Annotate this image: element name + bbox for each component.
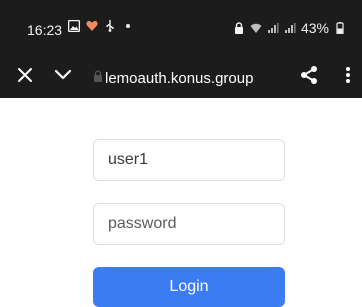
signal-icon bbox=[284, 23, 296, 33]
close-button[interactable] bbox=[12, 62, 38, 88]
browser-top-bar: 16:23 43% lemoauth.konus.group bbox=[0, 0, 362, 98]
heart-icon bbox=[86, 20, 98, 31]
login-button[interactable]: Login bbox=[93, 267, 285, 307]
usb-icon bbox=[106, 20, 114, 32]
password-field[interactable] bbox=[93, 203, 285, 245]
login-form: Login bbox=[93, 139, 285, 307]
dot-icon bbox=[126, 24, 130, 28]
close-icon bbox=[18, 68, 32, 82]
browser-toolbar: lemoauth.konus.group bbox=[0, 54, 362, 98]
status-time: 16:23 bbox=[27, 22, 63, 38]
wifi-icon bbox=[250, 23, 262, 33]
signal-icon bbox=[267, 23, 279, 33]
lock-icon bbox=[234, 22, 243, 34]
menu-button[interactable] bbox=[340, 62, 356, 88]
status-bar: 16:23 43% bbox=[0, 0, 362, 54]
battery-icon bbox=[336, 22, 344, 34]
url-text[interactable]: lemoauth.konus.group bbox=[105, 70, 253, 87]
username-field[interactable] bbox=[93, 139, 285, 181]
more-vertical-icon bbox=[346, 67, 350, 83]
status-icons-right: 43% bbox=[233, 20, 346, 36]
share-icon bbox=[301, 66, 317, 84]
share-button[interactable] bbox=[296, 62, 322, 88]
lock-icon bbox=[94, 70, 102, 82]
chevron-down-icon bbox=[54, 69, 72, 80]
image-icon bbox=[68, 20, 80, 32]
status-icons-left bbox=[68, 20, 134, 32]
battery-percent: 43% bbox=[300, 20, 329, 36]
chevron-button[interactable] bbox=[50, 62, 76, 88]
